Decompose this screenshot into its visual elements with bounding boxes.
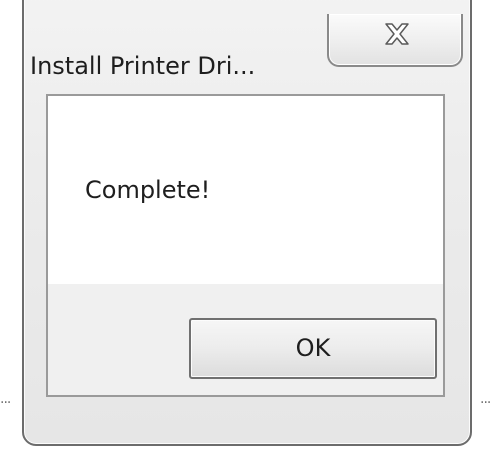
screen: ... ... Install Printer Dri... Complete!… bbox=[0, 0, 491, 450]
dialog-client-area: Complete! OK bbox=[46, 94, 445, 397]
close-button[interactable] bbox=[327, 14, 463, 67]
dialog-title: Install Printer Dri... bbox=[30, 52, 256, 80]
message-text: Complete! bbox=[85, 176, 211, 204]
ok-button[interactable]: OK bbox=[189, 318, 437, 379]
message-panel: Complete! bbox=[48, 96, 443, 284]
close-icon bbox=[385, 23, 409, 45]
background-ellipsis-right: ... bbox=[480, 391, 491, 407]
background-ellipsis-left: ... bbox=[0, 391, 11, 407]
